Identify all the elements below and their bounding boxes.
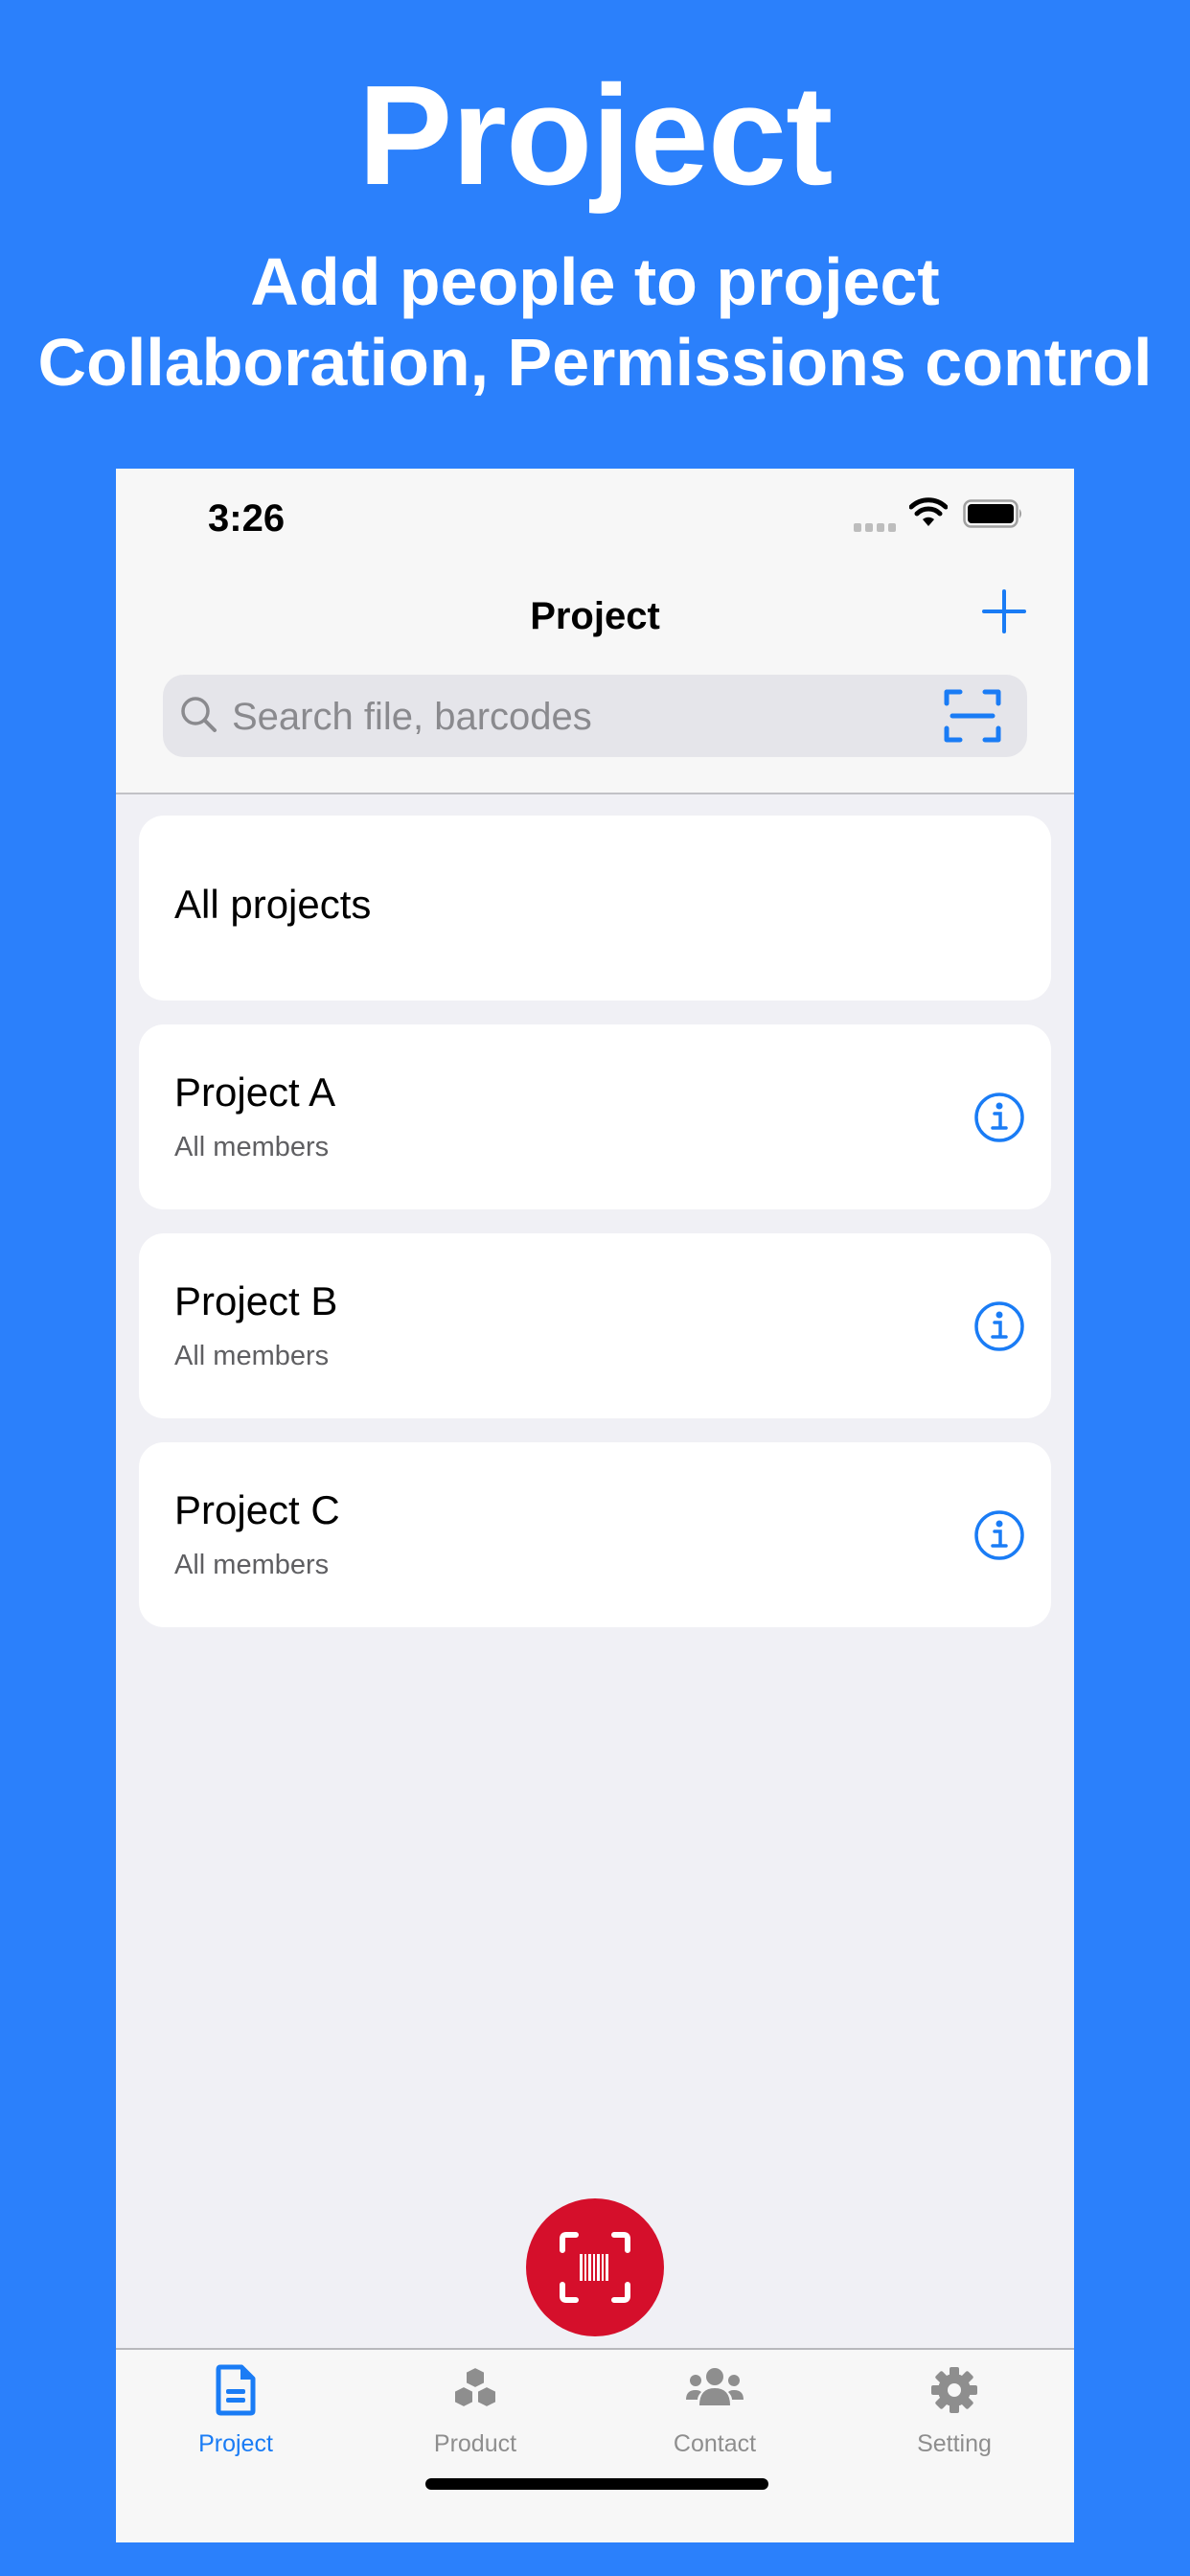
search-bar [163, 675, 1027, 759]
navigation-header: 3:26 Project [116, 469, 1074, 794]
promo-subtitle-line-2: Collaboration, Permissions control [37, 325, 1153, 400]
cubes-icon [453, 2365, 497, 2409]
project-members: All members [174, 1550, 330, 1580]
signal-icon [854, 523, 896, 532]
all-projects-item[interactable]: All projects [139, 816, 1051, 1000]
info-icon[interactable] [973, 1509, 1025, 1561]
promo-subtitle-line-1: Add people to project [250, 244, 940, 319]
battery-icon [963, 499, 1021, 528]
tab-label: Setting [917, 2430, 992, 2457]
project-item[interactable]: Project A All members [139, 1024, 1051, 1209]
plus-icon [982, 589, 1026, 633]
all-projects-label: All projects [174, 882, 372, 927]
tab-project[interactable]: Project [116, 2350, 355, 2465]
tab-label: Product [433, 2430, 517, 2457]
barcode-scan-icon [560, 2232, 630, 2303]
project-name: Project A [174, 1070, 336, 1115]
search-icon [181, 697, 217, 732]
tab-contact[interactable]: Contact [595, 2350, 835, 2465]
wifi-icon [909, 497, 948, 526]
project-name: Project C [174, 1487, 340, 1532]
tab-product[interactable]: Product [355, 2350, 595, 2465]
home-indicator [425, 2478, 768, 2490]
gear-icon [931, 2367, 977, 2413]
tab-label: Project [198, 2430, 273, 2457]
phone-screen: 3:26 Project Search file, barcodes All p… [116, 469, 1074, 2542]
scan-barcode-button[interactable] [526, 2198, 664, 2336]
people-icon [686, 2368, 744, 2405]
project-members: All members [174, 1341, 330, 1371]
status-time: 3:26 [208, 497, 286, 540]
document-icon [216, 2364, 256, 2416]
info-icon[interactable] [973, 1092, 1025, 1143]
project-item[interactable]: Project C All members [139, 1442, 1051, 1627]
page-title: Project [530, 595, 660, 637]
search-input[interactable] [230, 675, 904, 759]
project-members: All members [174, 1132, 330, 1162]
tab-bar: Project Product Contact Setting [116, 2348, 1074, 2542]
add-project-button[interactable] [980, 587, 1028, 635]
project-list: All projects Project A All members Proje… [139, 816, 1051, 1651]
tab-setting[interactable]: Setting [835, 2350, 1074, 2465]
info-icon[interactable] [973, 1300, 1025, 1352]
promo-title: Project [357, 57, 834, 215]
tab-label: Contact [673, 2430, 757, 2457]
project-name: Project B [174, 1278, 338, 1323]
project-item[interactable]: Project B All members [139, 1233, 1051, 1418]
scan-icon[interactable] [943, 686, 1002, 746]
